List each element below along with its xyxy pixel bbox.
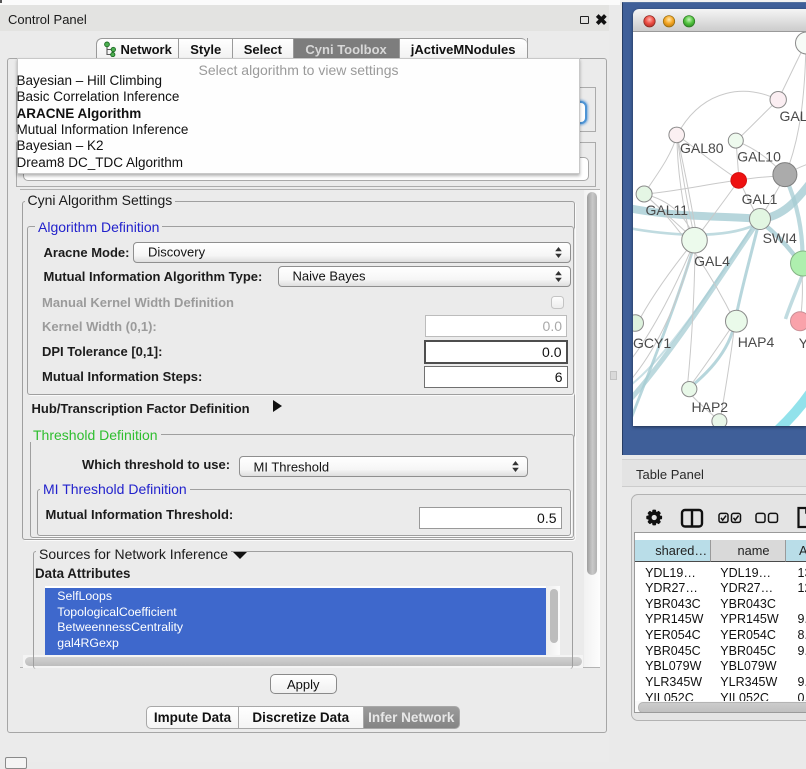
svg-text:GAL1: GAL1: [741, 191, 777, 207]
svg-text:HAP4: HAP4: [737, 334, 774, 350]
svg-text:HAP2: HAP2: [691, 399, 728, 415]
svg-text:SWI4: SWI4: [762, 230, 796, 246]
svg-text:GAL11: GAL11: [645, 202, 688, 218]
svg-text:GAL10: GAL10: [737, 149, 781, 165]
svg-text:GCY1: GCY1: [633, 335, 671, 351]
svg-text:GAL80: GAL80: [680, 140, 724, 156]
svg-text:GAL4: GAL4: [694, 253, 730, 269]
svg-text:Y: Y: [798, 335, 806, 351]
svg-text:GAL2: GAL2: [779, 108, 806, 124]
